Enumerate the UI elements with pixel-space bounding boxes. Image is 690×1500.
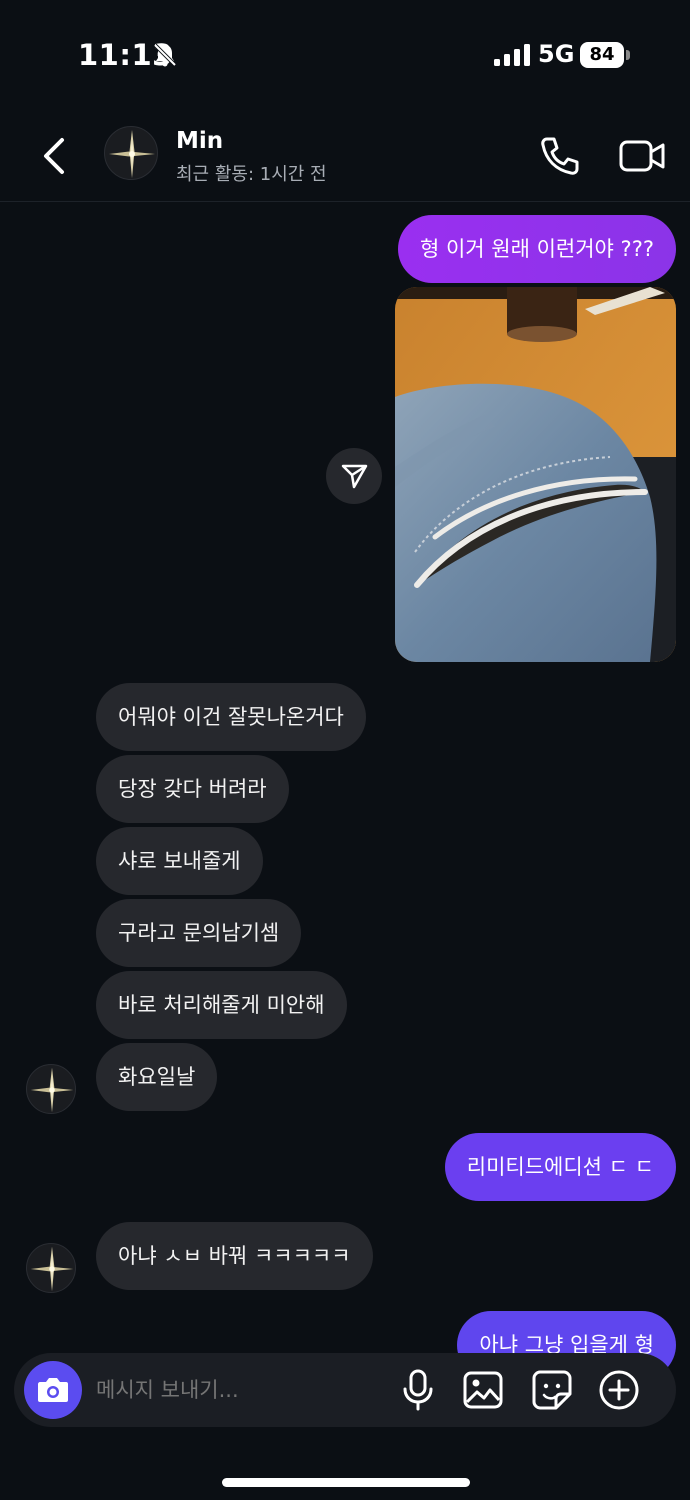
signal-icon xyxy=(494,44,530,66)
message-composer xyxy=(14,1353,676,1427)
message-input[interactable] xyxy=(96,1353,386,1427)
star-emblem-icon xyxy=(109,130,155,178)
message-received[interactable]: 아냐 ㅅㅂ 바꿔 ㅋㅋㅋㅋㅋ xyxy=(96,1222,373,1290)
message-sent[interactable]: 형 이거 원래 이런거야 ??? xyxy=(397,215,676,283)
microphone-icon[interactable] xyxy=(400,1369,436,1411)
contact-avatar[interactable] xyxy=(104,126,158,180)
battery-level: 84 xyxy=(580,42,624,68)
message-received[interactable]: 샤로 보내줄게 xyxy=(96,827,263,895)
bell-muted-icon xyxy=(153,43,177,67)
sticker-icon[interactable] xyxy=(531,1369,573,1411)
star-emblem-icon xyxy=(30,1246,74,1292)
message-received[interactable]: 구라고 문의남기셈 xyxy=(96,899,302,967)
add-plus-icon[interactable] xyxy=(598,1369,640,1411)
camera-icon xyxy=(38,1378,68,1402)
message-received[interactable]: 어뭐야 이건 잘못나온거다 xyxy=(96,683,366,751)
status-bar: 11:13 5G 84 xyxy=(0,0,690,110)
message-received[interactable]: 바로 처리해줄게 미안해 xyxy=(96,971,347,1039)
message-sent[interactable]: 리미티드에디션 ㄷ ㄷ xyxy=(444,1133,676,1201)
phone-call-icon[interactable] xyxy=(538,134,582,178)
star-emblem-icon xyxy=(30,1067,74,1113)
message-avatar[interactable] xyxy=(26,1064,76,1114)
back-chevron-icon[interactable] xyxy=(36,134,72,178)
network-type: 5G xyxy=(538,40,575,68)
share-button[interactable] xyxy=(326,448,382,504)
sent-photo[interactable] xyxy=(395,287,676,662)
video-call-icon[interactable] xyxy=(618,136,666,176)
chat-header: Min 최근 활동: 1시간 전 xyxy=(0,110,690,202)
message-avatar[interactable] xyxy=(26,1243,76,1293)
contact-last-active: 최근 활동: 1시간 전 xyxy=(176,164,327,185)
photo-jeans-image xyxy=(395,287,676,662)
gallery-icon[interactable] xyxy=(462,1370,504,1410)
message-received[interactable]: 당장 갖다 버려라 xyxy=(96,755,289,823)
send-arrow-icon xyxy=(341,464,368,489)
home-indicator[interactable] xyxy=(222,1478,470,1487)
battery-icon: 84 xyxy=(580,42,630,68)
contact-name[interactable]: Min xyxy=(176,128,223,154)
battery-tip xyxy=(626,50,630,60)
camera-button[interactable] xyxy=(24,1361,82,1419)
message-received[interactable]: 화요일날 xyxy=(96,1043,218,1111)
